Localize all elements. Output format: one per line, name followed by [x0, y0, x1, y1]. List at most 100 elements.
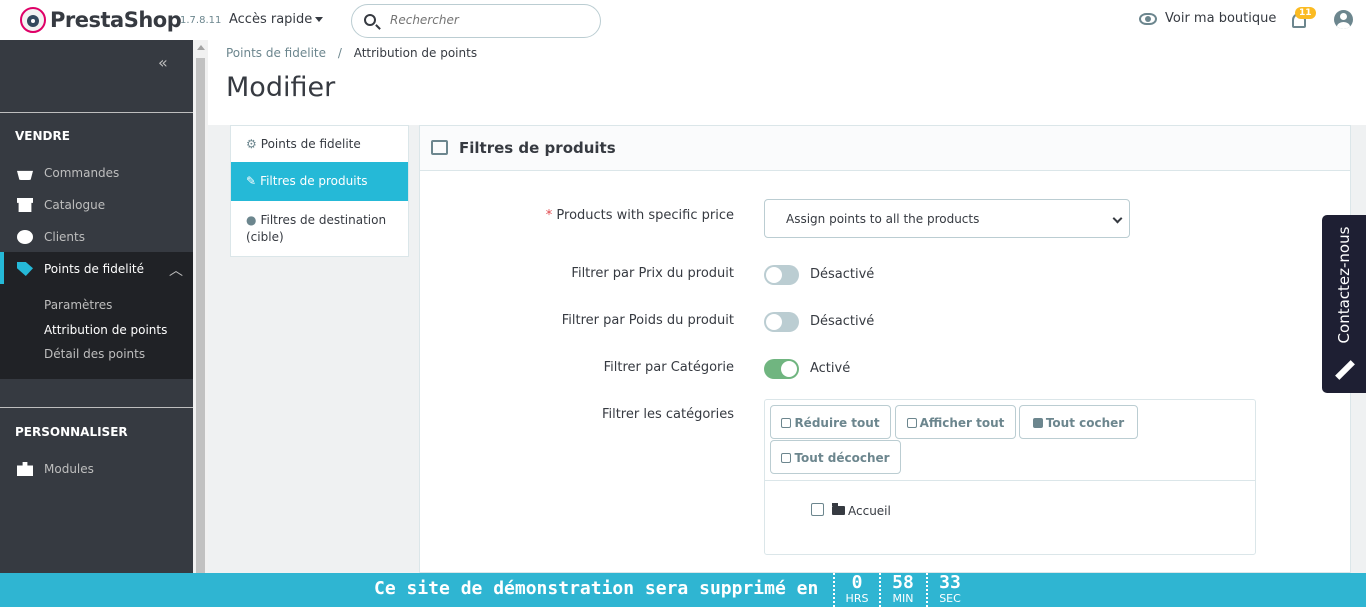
price-filter-label: Filtrer par Prix du produit	[571, 266, 734, 281]
category-filter-toggle[interactable]	[764, 359, 799, 379]
uncheck-all-label: Tout décocher	[794, 451, 890, 465]
minutes-unit: MIN	[892, 592, 914, 605]
countdown-minutes: 58 MIN	[879, 573, 925, 607]
sidebar-item-label: Points de fidelité	[44, 262, 144, 276]
gears-icon: ⚙	[246, 137, 257, 151]
chevron-down-icon	[1112, 213, 1123, 224]
scrollbar-thumb[interactable]	[196, 58, 205, 573]
version-label: 1.7.8.11	[180, 15, 222, 26]
prestashop-logo-icon[interactable]	[20, 7, 46, 33]
price-filter-state: Désactivé	[810, 267, 875, 282]
scroll-up-arrow-icon[interactable]	[197, 45, 205, 50]
breadcrumb: Points de fidelite / Attribution de poin…	[226, 46, 477, 60]
category-tree: Réduire tout Afficher tout Tout cocher T…	[764, 399, 1256, 555]
specific-price-value: Assign points to all the products	[786, 212, 980, 226]
sidebar: « VENDRE Commandes Catalogue Clients Poi…	[0, 40, 193, 573]
sidebar-item-loyalty-points[interactable]: Points de fidelité ︿	[0, 252, 193, 284]
collapse-all-button[interactable]: Réduire tout	[770, 405, 891, 439]
form-tabs: ⚙ Points de fidelite ✎ Filtres de produits…	[230, 125, 409, 257]
toggle-knob	[766, 314, 782, 330]
submenu-item-settings[interactable]: Paramètres	[44, 298, 112, 312]
contact-us-label: Contactez-nous	[1335, 226, 1353, 344]
seconds-unit: SEC	[939, 592, 961, 605]
sidebar-item-label: Modules	[44, 462, 94, 476]
breadcrumb-current: Attribution de points	[353, 46, 478, 60]
loyalty-submenu: Paramètres Attribution de points Détail …	[0, 284, 193, 379]
sidebar-item-label: Commandes	[44, 166, 120, 180]
folder-icon	[832, 503, 845, 515]
hours-unit: HRS	[845, 592, 869, 605]
sidebar-divider	[0, 407, 193, 408]
breadcrumb-parent[interactable]: Points de fidelite	[226, 46, 326, 60]
weight-filter-toggle[interactable]	[764, 312, 799, 332]
square-icon	[781, 453, 792, 463]
collapse-all-label: Réduire tout	[794, 416, 880, 430]
submenu-item-attribution[interactable]: Attribution de points	[44, 323, 167, 337]
puzzle-icon	[17, 462, 33, 476]
specific-price-label: * Products with specific price	[414, 208, 734, 223]
tree-toolbar-divider	[765, 480, 1255, 481]
check-all-button[interactable]: Tout cocher	[1019, 405, 1138, 439]
weight-filter-state: Désactivé	[810, 314, 875, 329]
submenu-item-details[interactable]: Détail des points	[44, 347, 145, 361]
top-header: PrestaShop 1.7.8.11 Accès rapide Voir ma…	[0, 0, 1366, 40]
toggle-knob	[766, 267, 782, 283]
category-checkbox[interactable]	[811, 503, 824, 516]
tag-icon	[17, 262, 33, 276]
sidebar-item-modules[interactable]: Modules	[0, 452, 193, 484]
search-input[interactable]	[390, 13, 590, 27]
sidebar-divider	[0, 112, 193, 113]
breadcrumb-separator: /	[337, 46, 342, 60]
tab-label: Points de fidelite	[260, 137, 361, 151]
demo-message: Ce site de démonstration sera supprimé e…	[374, 578, 819, 599]
globe-icon: ●	[246, 213, 257, 227]
hours-value: 0	[851, 572, 863, 593]
check-square-icon	[1032, 418, 1043, 428]
user-account-icon[interactable]	[1334, 10, 1353, 29]
user-circle-icon	[17, 230, 33, 244]
sidebar-item-catalog[interactable]: Catalogue	[0, 188, 193, 220]
brand-name[interactable]: PrestaShop	[50, 8, 182, 32]
specific-price-select[interactable]: Assign points to all the products	[764, 199, 1130, 238]
tab-product-filters[interactable]: ✎ Filtres de produits	[231, 162, 408, 201]
tree-root-label[interactable]: Accueil	[848, 504, 891, 518]
search-box[interactable]	[351, 4, 601, 38]
seconds-value: 33	[939, 572, 961, 593]
tab-label: Filtres de produits	[260, 174, 368, 188]
chevron-up-icon[interactable]: ︿	[169, 260, 183, 280]
panel-header: Filtres de produits	[420, 126, 1350, 171]
tab-label: Filtres de destination (cible)	[246, 213, 387, 244]
section-title-sell: VENDRE	[15, 129, 70, 143]
store-icon	[17, 198, 33, 212]
specific-price-label-text: Products with specific price	[556, 208, 734, 223]
sidebar-item-label: Clients	[44, 230, 85, 244]
eye-icon	[1139, 12, 1157, 25]
minutes-value: 58	[892, 572, 914, 593]
tab-loyalty-points[interactable]: ⚙ Points de fidelite	[231, 126, 408, 162]
expand-all-label: Afficher tout	[919, 416, 1005, 430]
view-shop-link[interactable]: Voir ma boutique	[1139, 11, 1276, 26]
countdown-seconds: 33 SEC	[926, 573, 972, 607]
required-marker: *	[545, 208, 557, 223]
uncheck-all-button[interactable]: Tout décocher	[770, 440, 901, 474]
check-all-label: Tout cocher	[1045, 416, 1125, 430]
caret-down-icon	[315, 17, 324, 22]
sidebar-item-customers[interactable]: Clients	[0, 220, 193, 252]
pencil-icon	[1335, 360, 1355, 380]
demo-countdown-bar: Ce site de démonstration sera supprimé e…	[0, 573, 1366, 607]
price-filter-toggle[interactable]	[764, 265, 799, 285]
tab-destination-filters[interactable]: ● Filtres de destination (cible)	[231, 201, 408, 256]
countdown-hours: 0 HRS	[833, 573, 879, 607]
sidebar-scrollbar[interactable]	[193, 40, 208, 573]
basket-icon	[17, 170, 33, 180]
toggle-knob	[781, 361, 797, 377]
contact-us-tab[interactable]: Contactez-nous	[1322, 215, 1366, 393]
search-icon[interactable]	[364, 14, 376, 26]
collapse-sidebar-button[interactable]: «	[158, 53, 168, 72]
quick-access-dropdown[interactable]: Accès rapide	[229, 12, 324, 27]
expand-all-button[interactable]: Afficher tout	[895, 405, 1016, 439]
sidebar-item-orders[interactable]: Commandes	[0, 156, 193, 188]
category-filter-state: Activé	[810, 361, 851, 376]
weight-filter-label: Filtrer par Poids du produit	[561, 313, 734, 328]
section-title-customize: PERSONNALISER	[15, 425, 128, 439]
